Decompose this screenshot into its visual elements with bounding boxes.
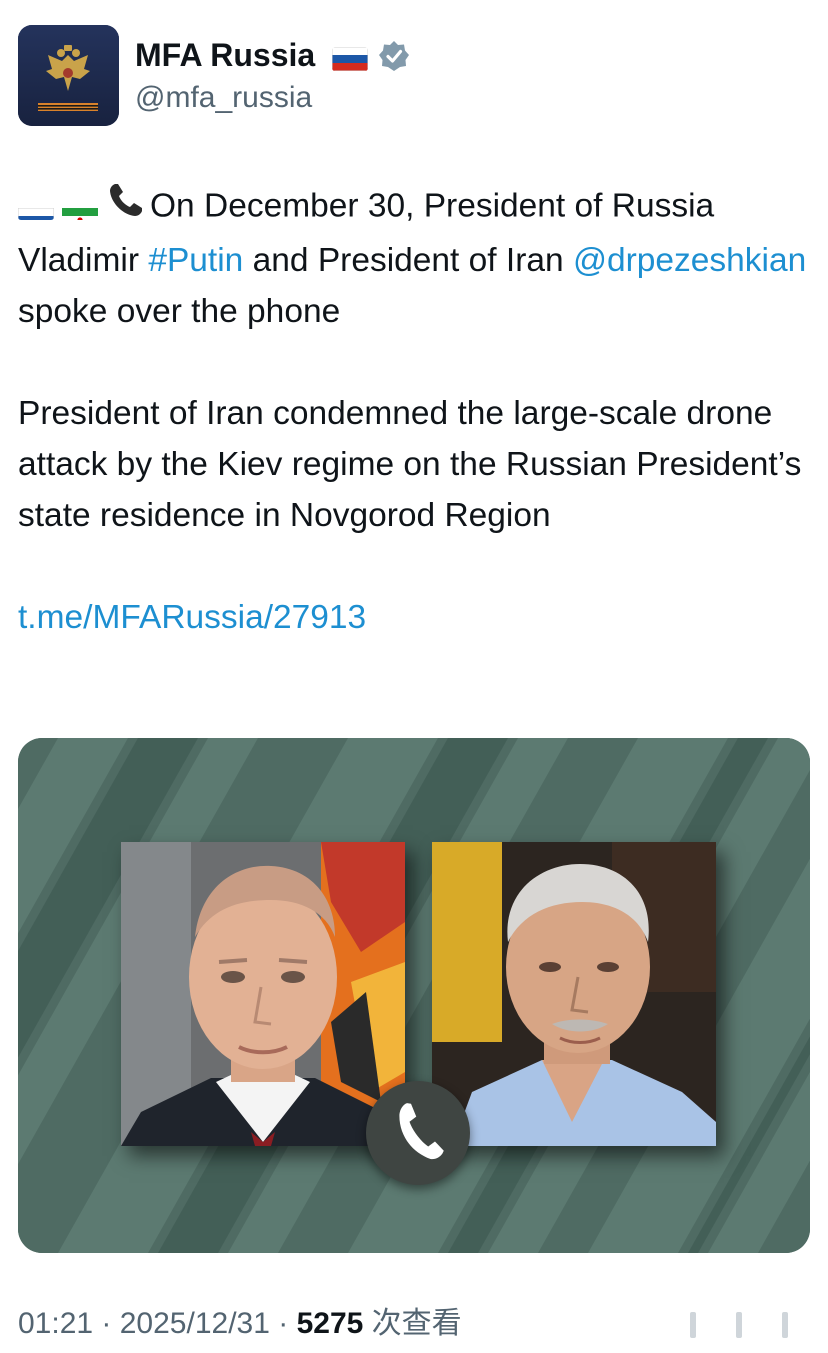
portrait-vladimir-putin [121, 842, 405, 1146]
partial-action-icons [690, 1312, 810, 1342]
call-badge [366, 1081, 470, 1185]
tweet-date[interactable]: 2025/12/31 [120, 1307, 270, 1340]
tweet-text-part-b: and President of Iran [243, 242, 573, 279]
russia-flag-icon [332, 46, 368, 71]
tweet-time[interactable]: 01:21 [18, 1307, 93, 1340]
iran-flag-icon [62, 196, 98, 220]
emoji-prefix [18, 180, 146, 235]
display-name[interactable]: MFA Russia [135, 36, 315, 74]
name-badges [332, 40, 410, 77]
meta-separator: · [93, 1307, 120, 1340]
meta-separator: · [269, 1307, 297, 1340]
phone-handset-icon [399, 1103, 444, 1160]
telegram-link[interactable]: t.me/MFARussia/27913 [18, 599, 366, 636]
tweet-paragraph-1: On December 30, President of Russia Vlad… [18, 180, 818, 337]
account-handle[interactable]: @mfa_russia [135, 80, 312, 116]
telephone-icon [106, 180, 146, 235]
portrait-masoud-pezeshkian [432, 842, 716, 1146]
tweet-meta: 01:21 · 2025/12/31 · 5275 次查看 [18, 1306, 462, 1342]
tweet-media-image[interactable] [18, 738, 810, 1253]
views-label: 次查看 [363, 1307, 462, 1340]
verified-badge-icon [378, 40, 410, 77]
mention-drpezeshkian-link[interactable]: @drpezeshkian [573, 242, 806, 279]
double-headed-eagle-emblem-icon [18, 25, 119, 126]
tweet-text-part-c: spoke over the phone [18, 293, 341, 330]
tweet-text: On December 30, President of Russia Vlad… [18, 180, 818, 643]
tweet-paragraph-2: President of Iran condemned the large-sc… [18, 395, 802, 534]
account-avatar[interactable] [18, 25, 119, 126]
views-count: 5275 [296, 1307, 364, 1340]
tweet-card: MFA Russia @mfa_russia On December 30, P… [0, 0, 828, 1353]
hashtag-putin-link[interactable]: #Putin [148, 242, 243, 279]
russia-flag-icon [18, 196, 54, 220]
